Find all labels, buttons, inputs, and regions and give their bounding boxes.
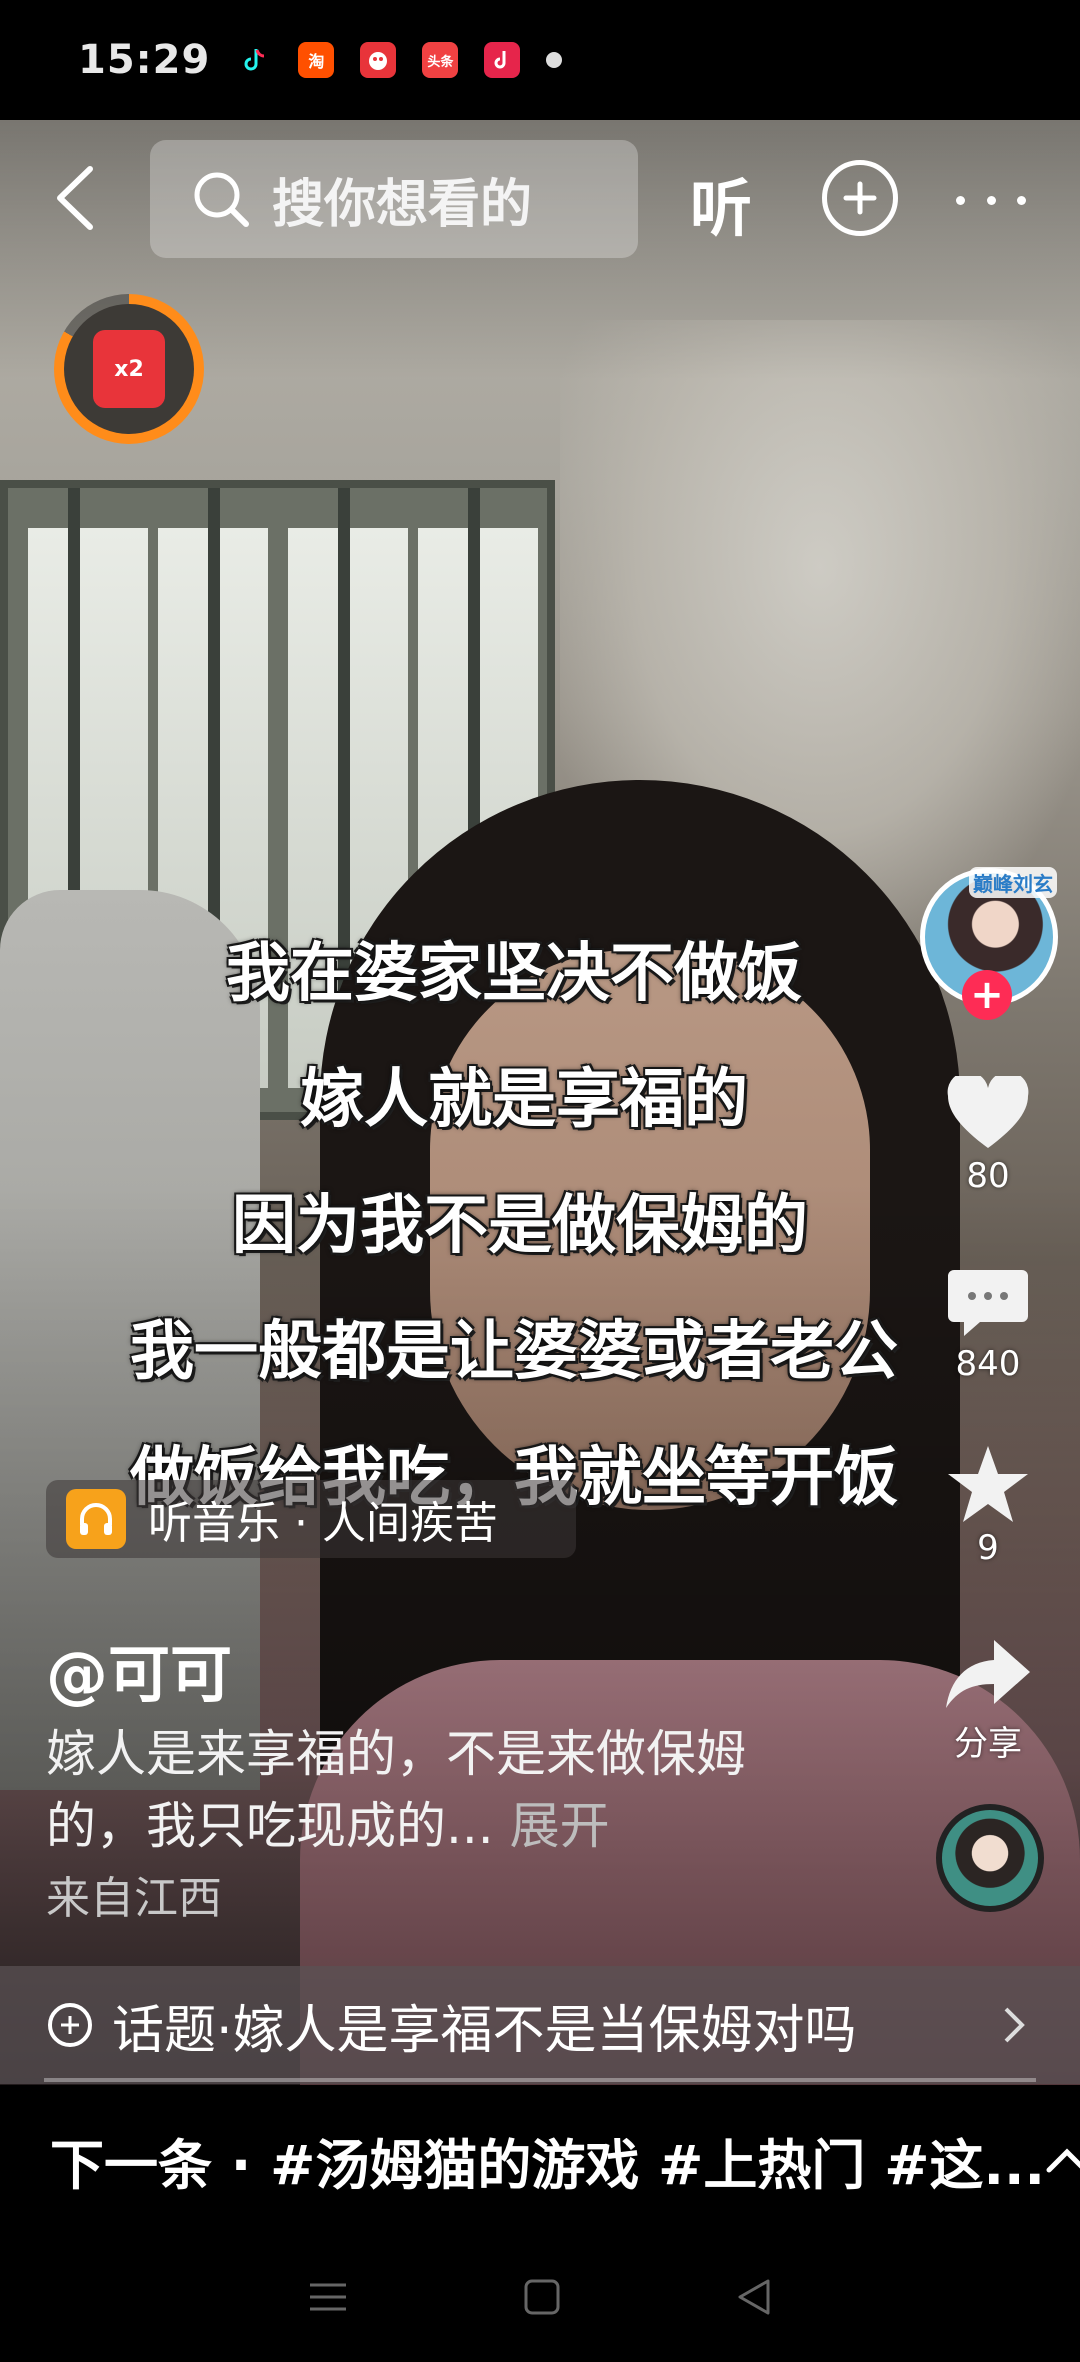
- location-label: 来自江西: [46, 1873, 222, 1924]
- post-description[interactable]: 嫁人是来享福的，不是来做保姆的，我只吃现成的... 展开: [46, 1718, 826, 1862]
- status-bar: 15:29 淘 头条: [0, 0, 1080, 120]
- subtitle-line: 我在婆家坚决不做饭: [226, 937, 802, 1011]
- share-arrow-icon: [946, 1640, 1030, 1708]
- topic-bar[interactable]: 话题·嫁人是享福不是当保姆对吗: [0, 1966, 1080, 2084]
- heart-icon: [947, 1071, 1029, 1148]
- headphones-icon: [66, 1489, 126, 1549]
- app-icon: [360, 42, 397, 78]
- video-progress-bar[interactable]: [44, 2078, 1036, 2082]
- reward-timer-badge[interactable]: x2: [54, 294, 204, 444]
- back-arrow-icon: [57, 166, 93, 230]
- search-bar[interactable]: 搜你想看的: [150, 140, 638, 258]
- description-text: 嫁人是来享福的，不是来做保姆的，我只吃现成的...: [46, 1725, 746, 1855]
- more-button[interactable]: [956, 180, 1026, 220]
- douyin-lite-icon: [484, 42, 521, 78]
- plus-icon: [843, 181, 877, 215]
- next-video-bar[interactable]: 下一条 · #汤姆猫的游戏 #上热门 #这...: [0, 2085, 1080, 2235]
- next-video-label: 下一条 · #汤姆猫的游戏 #上热门 #这...: [50, 2133, 1045, 2197]
- menu-nav-icon[interactable]: [306, 2277, 350, 2321]
- like-button[interactable]: 80: [928, 1071, 1048, 1196]
- screen: { "status_bar": { "time": "15:29", "noti…: [0, 0, 1080, 2362]
- douyin-icon: [236, 42, 273, 78]
- author-name[interactable]: @可可: [46, 1624, 232, 1714]
- search-placeholder: 搜你想看的: [272, 174, 533, 235]
- more-notifications-dot: [546, 52, 563, 68]
- topic-label: 话题·嫁人是享福不是当保姆对吗: [112, 2000, 857, 2061]
- subtitle-line: 嫁人就是享福的: [300, 1063, 748, 1137]
- red-envelope-icon: x2: [93, 330, 165, 408]
- favorite-count: 9: [977, 1528, 999, 1568]
- toutiao-icon: 头条: [422, 42, 459, 78]
- avatar-badge: 巅峰刘玄: [969, 867, 1057, 898]
- comment-icon: [948, 1270, 1028, 1336]
- system-nav-bar: [0, 2235, 1080, 2362]
- comment-count: 840: [955, 1344, 1021, 1384]
- comment-button[interactable]: 840: [928, 1266, 1048, 1384]
- favorite-button[interactable]: 9: [928, 1444, 1048, 1568]
- plus-circle-icon: [48, 2003, 92, 2047]
- share-label: 分享: [954, 1724, 1022, 1764]
- back-button[interactable]: [40, 158, 110, 238]
- music-title: 听音乐 · 人间疾苦: [148, 1498, 498, 1549]
- subtitle-line: 因为我不是做保姆的: [232, 1189, 808, 1263]
- status-time: 15:29: [78, 37, 211, 83]
- add-button[interactable]: [822, 160, 898, 236]
- search-icon: [194, 172, 249, 227]
- star-icon: [948, 1446, 1028, 1522]
- like-count: 80: [966, 1156, 1010, 1196]
- listen-button[interactable]: 听: [690, 158, 752, 248]
- expand-link[interactable]: 展开: [510, 1797, 610, 1855]
- follow-button[interactable]: +: [962, 970, 1012, 1020]
- music-disc[interactable]: [936, 1804, 1044, 1912]
- subtitle-line: 我一般都是让婆婆或者老公: [130, 1315, 898, 1389]
- back-nav-icon[interactable]: [734, 2277, 774, 2321]
- share-button[interactable]: 分享: [928, 1636, 1048, 1765]
- taobao-icon: 淘: [298, 42, 335, 78]
- music-tag[interactable]: 听音乐 · 人间疾苦: [46, 1480, 576, 1558]
- home-nav-icon[interactable]: [522, 2277, 562, 2321]
- chevron-right-icon: [984, 1995, 1044, 2055]
- chevron-up-icon[interactable]: [1045, 2125, 1080, 2195]
